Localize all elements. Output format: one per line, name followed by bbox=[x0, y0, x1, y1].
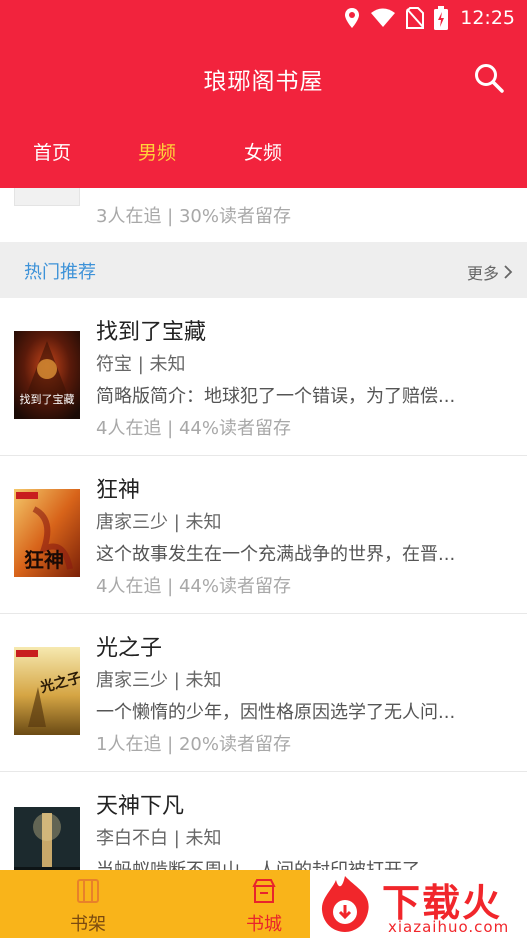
tab-male[interactable]: 男频 bbox=[138, 138, 176, 165]
location-icon bbox=[345, 8, 360, 28]
app-title: 琅琊阁书屋 bbox=[203, 69, 324, 95]
book-author: 唐家三少 | 未知 bbox=[96, 512, 222, 533]
more-label: 更多 bbox=[466, 264, 499, 283]
book-title: 天神下凡 bbox=[96, 794, 185, 819]
wifi-icon bbox=[371, 8, 396, 27]
more-link[interactable]: 更多 bbox=[467, 260, 513, 284]
bookshelf-icon bbox=[77, 879, 99, 903]
book-title: 光之子 bbox=[96, 636, 163, 661]
tab-female[interactable]: 女频 bbox=[244, 138, 282, 165]
book-description: 当蚂蚁啃断不周山，人间的封印被打开了... bbox=[96, 856, 506, 870]
status-bar: 12:25 bbox=[0, 0, 527, 38]
book-cover: 找到了宝藏 bbox=[14, 331, 80, 419]
book-cover: 狂神 bbox=[14, 489, 80, 577]
store-icon bbox=[252, 879, 276, 903]
nav-label: 书架 bbox=[70, 914, 106, 935]
watermark-sub: xiazaihuo.com bbox=[388, 918, 510, 936]
svg-text:找到了宝藏: 找到了宝藏 bbox=[20, 392, 75, 406]
book-meta: 4人在追 | 44%读者留存 bbox=[96, 576, 291, 597]
nav-store[interactable]: 书城 bbox=[214, 870, 314, 938]
book-title: 找到了宝藏 bbox=[96, 320, 207, 345]
status-time: 12:25 bbox=[460, 7, 515, 29]
book-item-4[interactable]: 天神下凡 李白不白 | 未知 当蚂蚁啃断不周山，人间的封印被打开了... bbox=[0, 772, 527, 870]
svg-text:狂神: 狂神 bbox=[24, 548, 64, 572]
app-header: 12:25 琅琊阁书屋 首页 男频 女频 bbox=[0, 0, 527, 188]
book-description: 一个懒惰的少年，因性格原因选学了无人问... bbox=[96, 702, 456, 723]
book-description: 简略版简介：地球犯了一个错误，为了赔偿... bbox=[96, 386, 456, 407]
book-meta: 4人在追 | 44%读者留存 bbox=[96, 418, 291, 439]
tab-home[interactable]: 首页 bbox=[33, 138, 71, 165]
book-author: 李白不白 | 未知 bbox=[96, 828, 222, 849]
book-cover: 光之子 bbox=[14, 647, 80, 735]
nav-bookshelf[interactable]: 书架 bbox=[40, 870, 140, 938]
section-title: 热门推荐 bbox=[24, 262, 96, 283]
book-item-2[interactable]: 狂神 狂神 唐家三少 | 未知 这个故事发生在一个充满战争的世界，在晋... 4… bbox=[0, 456, 527, 614]
book-cover bbox=[14, 807, 80, 870]
nav-label: 书城 bbox=[246, 914, 282, 935]
flame-logo-icon bbox=[321, 876, 369, 932]
book-author: 唐家三少 | 未知 bbox=[96, 670, 222, 691]
search-icon[interactable] bbox=[473, 62, 505, 94]
section-header: 热门推荐 更多 bbox=[0, 242, 527, 298]
book-meta: 1人在追 | 20%读者留存 bbox=[96, 734, 291, 755]
battery-charging-icon bbox=[434, 6, 449, 30]
book-item-1[interactable]: 找到了宝藏 找到了宝藏 符宝 | 未知 简略版简介：地球犯了一个错误，为了赔偿.… bbox=[0, 298, 527, 456]
book-meta: 3人在追 | 30%读者留存 bbox=[96, 206, 291, 227]
book-description: 这个故事发生在一个充满战争的世界，在晋... bbox=[96, 544, 456, 565]
book-item-3[interactable]: 光之子 光之子 唐家三少 | 未知 一个懒惰的少年，因性格原因选学了无人问...… bbox=[0, 614, 527, 772]
no-sim-icon bbox=[406, 7, 425, 29]
chevron-right-icon bbox=[504, 265, 513, 279]
watermark: 下载火 xiazaihuo.com bbox=[310, 870, 527, 938]
book-title: 狂神 bbox=[96, 478, 141, 503]
book-author: 符宝 | 未知 bbox=[96, 354, 186, 375]
